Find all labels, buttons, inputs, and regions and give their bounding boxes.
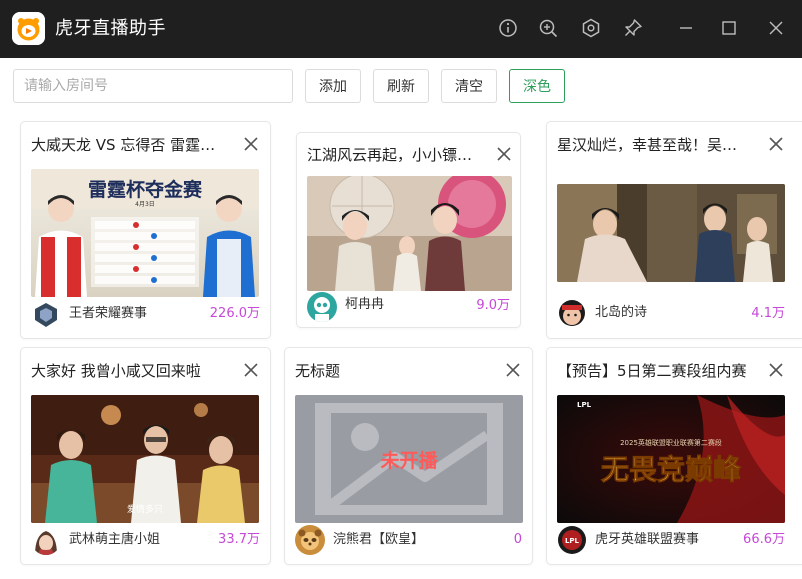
- viewer-count: 4.1万: [751, 306, 785, 321]
- room-title: 大威天龙 VS 忘得否 雷霆…: [31, 136, 216, 154]
- room-card[interactable]: 江湖风云再起，小小镖局… 柯冉冉 9.0万: [296, 132, 521, 328]
- streamer-avatar: LPL: [557, 525, 587, 555]
- stream-thumbnail[interactable]: LPL 2025英雄联盟职业联赛第二赛段 无畏竞巅峰: [557, 395, 785, 523]
- svg-text:LPL: LPL: [565, 537, 580, 545]
- streamer-name: 北岛的诗: [595, 305, 648, 320]
- close-card-icon[interactable]: [766, 360, 786, 380]
- offline-label: 未开播: [379, 449, 438, 472]
- huya-logo-icon: [12, 12, 45, 45]
- stream-thumbnail[interactable]: [557, 184, 785, 282]
- thumb-caption: 爱情多只: [127, 503, 163, 515]
- clear-button[interactable]: 清空: [441, 69, 497, 103]
- room-card[interactable]: 【预告】5日第二赛段组内赛 LPL 2025英雄联盟职业联赛第二赛段 无畏竞巅峰…: [546, 347, 802, 565]
- settings-icon[interactable]: [580, 17, 602, 39]
- close-card-icon[interactable]: [494, 144, 514, 164]
- streamer-avatar: [31, 525, 61, 555]
- pin-icon[interactable]: [622, 17, 644, 39]
- close-card-icon[interactable]: [503, 360, 523, 380]
- info-icon[interactable]: [497, 17, 519, 39]
- refresh-button[interactable]: 刷新: [373, 69, 429, 103]
- streamer-name: 浣熊君【欧皇】: [333, 532, 425, 547]
- stream-thumbnail[interactable]: 雷霆杯夺金赛 4月3日: [31, 169, 259, 297]
- add-button[interactable]: 添加: [305, 69, 361, 103]
- zoom-icon[interactable]: [537, 17, 559, 39]
- streamer-avatar: [31, 300, 61, 330]
- streamer-avatar: [557, 297, 587, 327]
- streamer-avatar: [307, 292, 337, 322]
- thumb-subtitle: 2025英雄联盟职业联赛第二赛段: [620, 438, 722, 447]
- dark-mode-button[interactable]: 深色: [509, 69, 565, 103]
- maximize-icon[interactable]: [718, 17, 740, 39]
- thumb-event-date: 4月3日: [135, 201, 155, 208]
- viewer-count: 66.6万: [743, 532, 785, 547]
- minimize-icon[interactable]: [675, 17, 697, 39]
- room-title: 江湖风云再起，小小镖局…: [307, 146, 482, 164]
- viewer-count: 33.7万: [218, 532, 260, 547]
- thumb-title: 无畏竞巅峰: [601, 453, 741, 486]
- stream-thumbnail[interactable]: 爱情多只: [31, 395, 259, 523]
- room-card[interactable]: 无标题 未开播 浣熊君【欧皇】 0: [284, 347, 533, 565]
- thumb-lpl-logo: LPL: [577, 401, 592, 409]
- viewer-count: 0: [513, 532, 522, 547]
- room-title: 无标题: [295, 362, 341, 380]
- viewer-count: 226.0万: [209, 306, 260, 321]
- viewer-count: 9.0万: [476, 298, 510, 313]
- title-bar: 虎牙直播助手: [0, 0, 802, 58]
- streamer-name: 武林萌主唐小姐: [69, 532, 161, 547]
- streamer-avatar: [295, 525, 325, 555]
- streamer-name: 王者荣耀赛事: [69, 306, 148, 321]
- stream-thumbnail[interactable]: [307, 176, 512, 291]
- room-number-input[interactable]: [13, 69, 293, 103]
- room-card[interactable]: 星汉灿烂，幸甚至哉！吴… 北岛的诗 4.1万: [546, 121, 802, 339]
- room-card[interactable]: 大威天龙 VS 忘得否 雷霆… 雷霆杯夺金赛 4月3日 王者荣耀赛事 226.0…: [20, 121, 271, 339]
- streamer-name: 柯冉冉: [345, 297, 385, 312]
- close-icon[interactable]: [765, 17, 787, 39]
- app-title: 虎牙直播助手: [55, 18, 166, 39]
- close-card-icon[interactable]: [766, 134, 786, 154]
- thumb-event-title: 雷霆杯夺金赛: [88, 178, 203, 201]
- room-title: 大家好 我曾小咸又回来啦: [31, 362, 201, 380]
- close-card-icon[interactable]: [241, 360, 261, 380]
- offline-placeholder-image[interactable]: 未开播: [295, 395, 523, 523]
- streamer-name: 虎牙英雄联盟赛事: [595, 532, 700, 547]
- close-card-icon[interactable]: [241, 134, 261, 154]
- room-title: 【预告】5日第二赛段组内赛: [557, 362, 747, 380]
- room-title: 星汉灿烂，幸甚至哉！吴…: [557, 136, 738, 154]
- room-card[interactable]: 大家好 我曾小咸又回来啦 爱情多只 武林萌主唐小姐 33.7万: [20, 347, 271, 565]
